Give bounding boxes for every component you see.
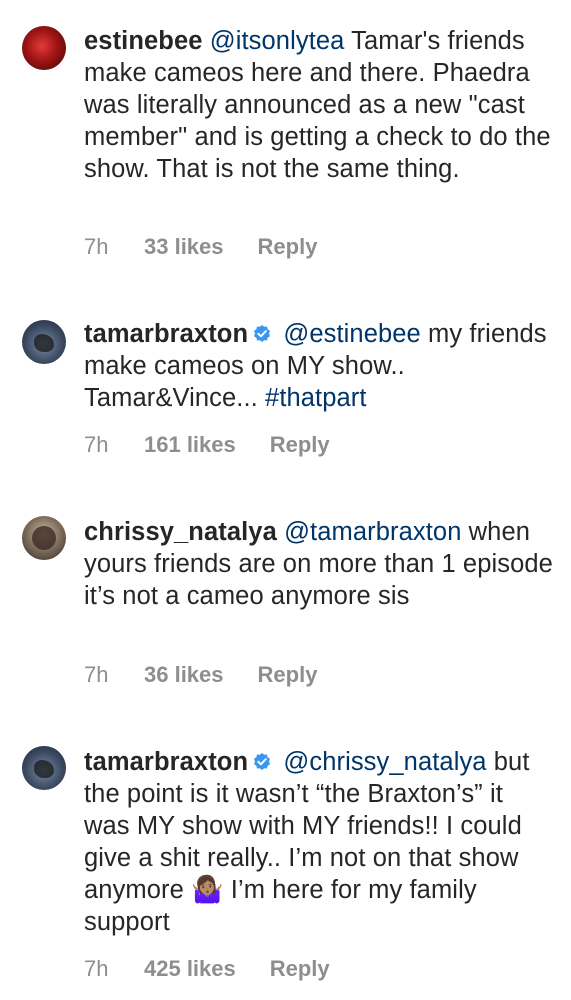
reply-button[interactable]: Reply [270, 956, 330, 982]
likes-count[interactable]: 425 likes [144, 956, 236, 982]
reply-button[interactable]: Reply [270, 432, 330, 458]
timestamp: 7h [84, 432, 109, 457]
verified-badge-icon [252, 320, 272, 342]
mention-link[interactable]: @tamarbraxton [284, 518, 461, 546]
comment-text: tamarbraxton @estinebee my friends make … [84, 318, 554, 414]
avatar[interactable] [22, 516, 66, 560]
mention-link[interactable]: @itsonlytea [210, 27, 345, 55]
avatar[interactable] [22, 26, 66, 70]
comment-meta: 7h 33 likes Reply [84, 234, 317, 260]
likes-count[interactable]: 36 likes [144, 662, 224, 688]
timestamp: 7h [84, 234, 109, 259]
avatar[interactable] [22, 320, 66, 364]
comment-text: estinebee @itsonlytea Tamar's friends ma… [84, 25, 554, 185]
avatar[interactable] [22, 746, 66, 790]
username[interactable]: estinebee [84, 27, 203, 55]
mention-link[interactable]: @chrissy_natalya [283, 748, 486, 776]
username[interactable]: tamarbraxton [84, 748, 248, 776]
likes-count[interactable]: 33 likes [144, 234, 224, 260]
timestamp: 7h [84, 662, 109, 687]
hashtag-link[interactable]: #thatpart [265, 384, 367, 412]
reply-button[interactable]: Reply [258, 234, 318, 260]
comment-text: chrissy_natalya @tamarbraxton when yours… [84, 516, 554, 612]
username[interactable]: tamarbraxton [84, 320, 248, 348]
comment-meta: 7h 425 likes Reply [84, 956, 330, 982]
verified-badge-icon [252, 748, 272, 770]
timestamp: 7h [84, 956, 109, 981]
comment-meta: 7h 161 likes Reply [84, 432, 330, 458]
mention-link[interactable]: @estinebee [283, 320, 420, 348]
shrug-emoji: 🤷🏽‍♀️ [191, 874, 224, 904]
likes-count[interactable]: 161 likes [144, 432, 236, 458]
comment-text: tamarbraxton @chrissy_natalya but the po… [84, 746, 554, 938]
username[interactable]: chrissy_natalya [84, 518, 277, 546]
comment-meta: 7h 36 likes Reply [84, 662, 317, 688]
reply-button[interactable]: Reply [258, 662, 318, 688]
